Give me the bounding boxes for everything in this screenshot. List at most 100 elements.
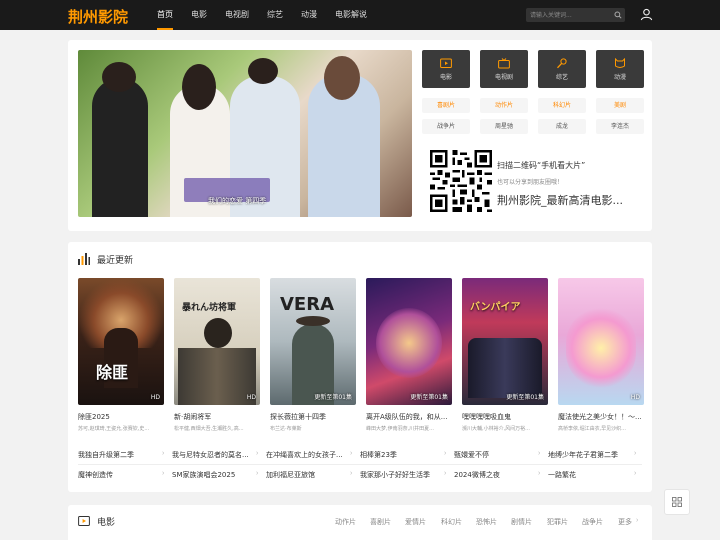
nav-movie-commentary[interactable]: 电影解说 bbox=[326, 0, 376, 30]
list-item[interactable]: 我家那小子好好生活季 bbox=[360, 470, 448, 480]
grid-icon bbox=[672, 497, 682, 507]
film-icon bbox=[78, 516, 90, 526]
status-badge: 更新至第01集 bbox=[314, 394, 352, 401]
poster-title-text: 暴れん坊将軍 bbox=[182, 303, 237, 313]
top-navbar: 荆州影院 首页 电影 电视剧 综艺 动漫 电影解说 bbox=[0, 0, 720, 30]
tab-scifi[interactable]: 科幻片 bbox=[441, 517, 462, 527]
movie-title[interactable]: 嘿嘿嘿嘿吸血鬼 bbox=[462, 412, 548, 422]
tag-scifi[interactable]: 科幻片 bbox=[538, 98, 586, 113]
tab-more[interactable]: 更多 bbox=[618, 517, 632, 527]
tab-comedy[interactable]: 喜剧片 bbox=[370, 517, 391, 527]
chevron-right-icon: › bbox=[256, 470, 259, 477]
poster-title-text: 除匪 bbox=[96, 363, 129, 382]
search-icon[interactable] bbox=[614, 11, 622, 19]
movie-cast: 苏可,赵琪琦,王姿允,张赛钦,史... bbox=[78, 426, 150, 432]
list-item[interactable]: 甄嬛爱不停 bbox=[454, 450, 542, 460]
chevron-right-icon: › bbox=[634, 470, 637, 477]
user-icon[interactable] bbox=[640, 8, 653, 21]
tab-romance[interactable]: 爱情片 bbox=[405, 517, 426, 527]
movie-poster[interactable]: 更新至第01集 bbox=[366, 278, 452, 405]
chevron-right-icon: › bbox=[634, 450, 637, 457]
chevron-right-icon: › bbox=[256, 450, 259, 457]
status-badge: HD bbox=[246, 394, 256, 401]
tag-war[interactable]: 战争片 bbox=[422, 119, 470, 134]
tab-crime[interactable]: 犯罪片 bbox=[547, 517, 568, 527]
qr-code bbox=[430, 150, 492, 212]
film-icon bbox=[440, 58, 452, 68]
list-item[interactable]: 我独自升级第二季 bbox=[78, 450, 166, 460]
search-box bbox=[526, 8, 625, 22]
chevron-right-icon: › bbox=[538, 470, 541, 477]
tab-war[interactable]: 战争片 bbox=[582, 517, 603, 527]
movie-title[interactable]: 除匪2025 bbox=[78, 412, 164, 422]
movie-title[interactable]: 魔法使光之美少女！！～... bbox=[558, 412, 644, 422]
chevron-right-icon: › bbox=[636, 517, 639, 524]
list-item[interactable]: 我与尼特女忍者的莫名... bbox=[172, 450, 260, 460]
tag-comedy[interactable]: 喜剧片 bbox=[422, 98, 470, 113]
category-anime-label: 动漫 bbox=[613, 74, 626, 81]
list-item[interactable]: 魔神创造传 bbox=[78, 470, 166, 480]
tag-stephen-chow[interactable]: 周星驰 bbox=[480, 119, 528, 134]
featured-banner[interactable]: 我们的恋爱 第四季 bbox=[78, 50, 412, 217]
category-movie[interactable]: 电影 bbox=[422, 50, 470, 88]
chevron-right-icon: › bbox=[350, 450, 353, 457]
movie-cast: 布兰达·布莱斯 bbox=[270, 426, 302, 432]
category-variety-label: 综艺 bbox=[555, 74, 568, 81]
tab-action[interactable]: 动作片 bbox=[335, 517, 356, 527]
tv-icon bbox=[498, 58, 510, 69]
nav-movies[interactable]: 电影 bbox=[182, 0, 216, 30]
list-item[interactable]: SM家族演唱会2025 bbox=[172, 470, 260, 480]
qr-description: 也可以分享到朋友圈哦！ bbox=[497, 179, 564, 186]
nav-home[interactable]: 首页 bbox=[148, 0, 182, 30]
list-item[interactable]: 加利福尼亚旅馆 bbox=[266, 470, 354, 480]
nav-variety[interactable]: 综艺 bbox=[258, 0, 292, 30]
tag-us-drama[interactable]: 美剧 bbox=[596, 98, 644, 113]
movie-section-header: 电影 动作片 喜剧片 爱情片 科幻片 恐怖片 剧情片 犯罪片 战争片 更多 › bbox=[68, 505, 652, 540]
list-item[interactable]: 一路繁花 bbox=[548, 470, 636, 480]
category-variety[interactable]: 综艺 bbox=[538, 50, 586, 88]
recent-updates-panel: 最近更新 除匪 HD 暴れん坊将軍 HD VERA 更新至第01集 更新至第01… bbox=[68, 242, 652, 492]
movie-poster[interactable]: HD bbox=[558, 278, 644, 405]
tab-drama[interactable]: 剧情片 bbox=[511, 517, 532, 527]
list-item[interactable]: 在冲绳喜欢上的女孩子... bbox=[266, 450, 354, 460]
movie-title[interactable]: 探长薇拉第十四季 bbox=[270, 412, 356, 422]
movie-poster[interactable]: VERA 更新至第01集 bbox=[270, 278, 356, 405]
chevron-right-icon: › bbox=[538, 450, 541, 457]
movie-cast: 濒川大輔,小林裕介,风间万裕... bbox=[462, 426, 530, 432]
nav-anime[interactable]: 动漫 bbox=[292, 0, 326, 30]
category-anime[interactable]: 动漫 bbox=[596, 50, 644, 88]
section-title: 最近更新 bbox=[97, 256, 134, 266]
movie-poster[interactable]: バンパイア 更新至第01集 bbox=[462, 278, 548, 405]
status-badge: 更新至第01集 bbox=[506, 394, 544, 401]
status-badge: HD bbox=[630, 394, 640, 401]
category-tv[interactable]: 电视剧 bbox=[480, 50, 528, 88]
site-logo[interactable]: 荆州影院 bbox=[68, 6, 128, 27]
chevron-right-icon: › bbox=[444, 470, 447, 477]
movie-poster[interactable]: 除匪 HD bbox=[78, 278, 164, 405]
banner-caption: 我们的恋爱 第四季 bbox=[208, 197, 267, 205]
microphone-icon bbox=[557, 58, 567, 69]
poster-title-text: バンパイア bbox=[470, 302, 521, 313]
tag-action[interactable]: 动作片 bbox=[480, 98, 528, 113]
movie-cast: 松平健,西畑大吾,生瀬胜久,高... bbox=[174, 426, 244, 432]
chevron-right-icon: › bbox=[444, 450, 447, 457]
category-movie-label: 电影 bbox=[439, 74, 452, 81]
tag-jet-li[interactable]: 李连杰 bbox=[596, 119, 644, 134]
list-item[interactable]: 相棒第23季 bbox=[360, 450, 448, 460]
qr-title: 扫描二维码“手机看大片” bbox=[497, 161, 586, 170]
list-item[interactable]: 地缚少年花子君第二季 bbox=[548, 450, 636, 460]
movie-poster[interactable]: 暴れん坊将軍 HD bbox=[174, 278, 260, 405]
grid-view-button[interactable] bbox=[664, 489, 690, 515]
nav-tv[interactable]: 电视剧 bbox=[216, 0, 258, 30]
divider bbox=[78, 464, 642, 465]
search-input[interactable] bbox=[530, 8, 610, 22]
movie-title[interactable]: 离开A级队伍的我，和从... bbox=[366, 412, 452, 422]
movie-title[interactable]: 新·胡闹将军 bbox=[174, 412, 260, 422]
tab-horror[interactable]: 恐怖片 bbox=[476, 517, 497, 527]
movie-cast: 高桥李依,堀江由衣,早见沙织... bbox=[558, 426, 626, 432]
tag-jackie-chan[interactable]: 成龙 bbox=[538, 119, 586, 134]
cat-icon bbox=[615, 58, 625, 68]
hero-panel: 我们的恋爱 第四季 电影 电视剧 综艺 动漫 喜剧片 动作片 科幻片 美剧 战争… bbox=[68, 40, 652, 231]
list-item[interactable]: 2024微博之夜 bbox=[454, 470, 542, 480]
status-badge: 更新至第01集 bbox=[410, 394, 448, 401]
